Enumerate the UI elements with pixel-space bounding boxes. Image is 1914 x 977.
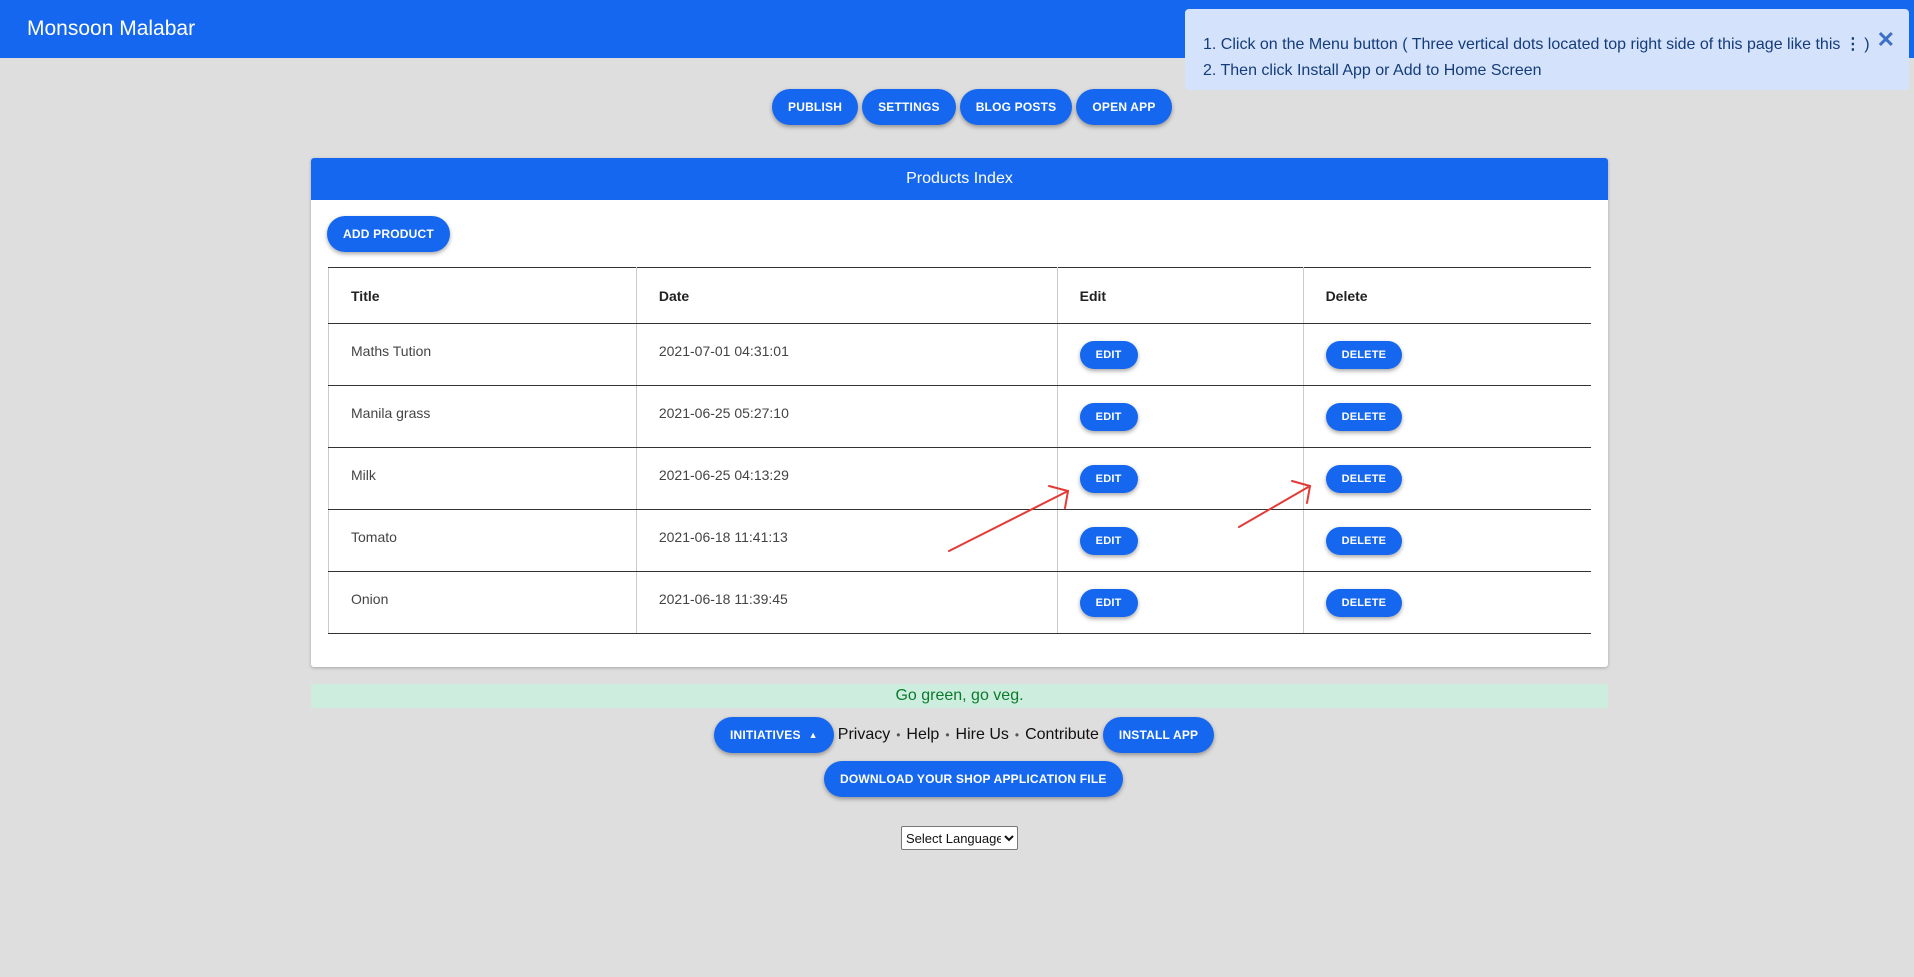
column-header-date: Date (636, 267, 1058, 324)
contribute-link[interactable]: Contribute (1025, 726, 1099, 744)
download-shop-app-button[interactable]: DOWNLOAD YOUR SHOP APPLICATION FILE (824, 761, 1123, 797)
column-header-edit: Edit (1057, 267, 1304, 324)
row-title-text: Tomato (351, 528, 397, 545)
settings-button[interactable]: SETTINGS (862, 89, 956, 125)
publish-button[interactable]: PUBLISH (772, 89, 859, 125)
row-edit-cell: EDIT (1057, 509, 1304, 572)
row-edit-cell: EDIT (1057, 385, 1304, 448)
delete-button[interactable]: DELETE (1325, 526, 1403, 555)
row-edit-cell: EDIT (1057, 323, 1304, 386)
vertical-dots-icon: ⋮ (1844, 36, 1861, 53)
row-delete-cell: DELETE (1303, 323, 1591, 386)
row-title-text: Manila grass (351, 404, 431, 421)
initiatives-dropdown-button[interactable]: INITIATIVES ▲ (714, 717, 834, 753)
row-date-text: 2021-06-25 05:27:10 (658, 404, 789, 421)
column-header-title: Title (328, 267, 637, 324)
row-date-text: 2021-06-25 04:13:29 (658, 466, 789, 483)
privacy-link[interactable]: Privacy (838, 726, 890, 744)
row-date: 2021-06-25 04:13:29 (636, 447, 1058, 510)
delete-button[interactable]: DELETE (1325, 402, 1403, 431)
products-card: Products Index ADD PRODUCT Title Date Ed… (311, 158, 1608, 667)
row-edit-cell: EDIT (1057, 571, 1304, 634)
open-app-button[interactable]: OPEN APP (1076, 89, 1172, 125)
row-date: 2021-06-25 05:27:10 (636, 385, 1058, 448)
products-table: Title Date Edit Delete Maths Tution 2021… (328, 267, 1591, 634)
products-card-header: Products Index (311, 158, 1608, 200)
toast-line-1-text: 1. Click on the Menu button ( Three vert… (1203, 36, 1845, 53)
column-header-delete: Delete (1303, 267, 1591, 324)
close-icon[interactable]: ✕ (1877, 27, 1895, 53)
initiatives-label: INITIATIVES (730, 728, 801, 742)
top-nav: PUBLISH SETTINGS BLOG POSTS OPEN APP (772, 89, 1172, 125)
edit-button[interactable]: EDIT (1079, 402, 1138, 431)
row-delete-cell: DELETE (1303, 571, 1591, 634)
row-title-text: Milk (351, 466, 376, 483)
delete-button[interactable]: DELETE (1325, 464, 1403, 493)
table-row: Onion 2021-06-18 11:39:45 EDIT DELETE (328, 571, 1591, 634)
blog-posts-button[interactable]: BLOG POSTS (959, 89, 1073, 125)
delete-button[interactable]: DELETE (1325, 340, 1403, 369)
footer-links: Privacy • Help • Hire Us • Contribute (838, 726, 1099, 744)
hire-us-link[interactable]: Hire Us (956, 726, 1009, 744)
row-delete-cell: DELETE (1303, 385, 1591, 448)
row-delete-cell: DELETE (1303, 509, 1591, 572)
caret-up-icon: ▲ (808, 730, 818, 740)
row-date: 2021-07-01 04:31:01 (636, 323, 1058, 386)
row-title: Milk (328, 447, 637, 510)
install-instructions-toast: 1. Click on the Menu button ( Three vert… (1185, 9, 1909, 90)
link-separator: • (896, 728, 901, 742)
row-title: Manila grass (328, 385, 637, 448)
language-select[interactable]: Select Language (901, 826, 1018, 850)
toast-line-2: 2. Then click Install App or Add to Home… (1203, 62, 1542, 79)
table-row: Milk 2021-06-25 04:13:29 EDIT DELETE (328, 447, 1591, 510)
row-date-text: 2021-07-01 04:31:01 (658, 342, 789, 359)
row-date-text: 2021-06-18 11:41:13 (658, 528, 788, 545)
edit-button[interactable]: EDIT (1079, 340, 1138, 369)
table-row: Tomato 2021-06-18 11:41:13 EDIT DELETE (328, 509, 1591, 572)
delete-button[interactable]: DELETE (1325, 588, 1403, 617)
table-row: Manila grass 2021-06-25 05:27:10 EDIT DE… (328, 385, 1591, 448)
install-app-button[interactable]: INSTALL APP (1102, 717, 1215, 753)
row-delete-cell: DELETE (1303, 447, 1591, 510)
edit-button[interactable]: EDIT (1079, 588, 1138, 617)
add-product-button[interactable]: ADD PRODUCT (327, 216, 450, 252)
row-title: Maths Tution (328, 323, 637, 386)
toast-line-1-suffix: ) (1859, 36, 1870, 53)
toast-line-1: 1. Click on the Menu button ( Three vert… (1203, 32, 1895, 58)
row-date-text: 2021-06-18 11:39:45 (658, 590, 788, 607)
table-header-row: Title Date Edit Delete (328, 267, 1591, 324)
row-title-text: Maths Tution (351, 342, 432, 359)
app-title[interactable]: Monsoon Malabar (27, 17, 195, 41)
help-link[interactable]: Help (906, 726, 939, 744)
row-title-text: Onion (351, 590, 389, 607)
slogan-banner: Go green, go veg. (311, 684, 1608, 708)
row-date: 2021-06-18 11:41:13 (636, 509, 1058, 572)
row-title: Onion (328, 571, 637, 634)
row-title: Tomato (328, 509, 637, 572)
edit-button[interactable]: EDIT (1079, 526, 1138, 555)
link-separator: • (1014, 728, 1020, 742)
row-date: 2021-06-18 11:39:45 (636, 571, 1058, 634)
footer-row: INITIATIVES ▲ Privacy • Help • Hire Us • … (714, 717, 1215, 753)
link-separator: • (945, 728, 950, 742)
table-row: Maths Tution 2021-07-01 04:31:01 EDIT DE… (328, 323, 1591, 386)
edit-button[interactable]: EDIT (1079, 464, 1138, 493)
row-edit-cell: EDIT (1057, 447, 1304, 510)
